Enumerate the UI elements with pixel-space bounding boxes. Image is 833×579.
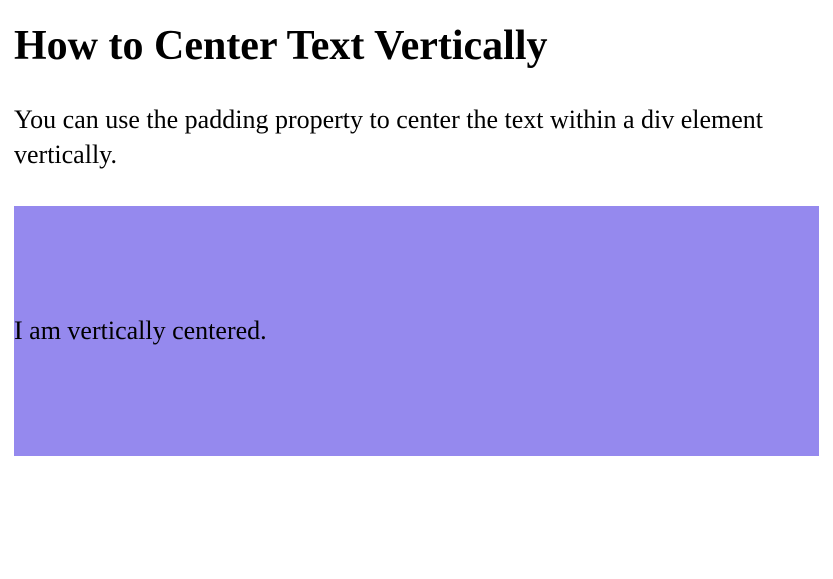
description-paragraph: You can use the padding property to cent… — [14, 102, 819, 172]
example-box: I am vertically centered. — [14, 206, 819, 456]
page-heading: How to Center Text Vertically — [14, 22, 819, 70]
centered-text: I am vertically centered. — [14, 316, 267, 345]
